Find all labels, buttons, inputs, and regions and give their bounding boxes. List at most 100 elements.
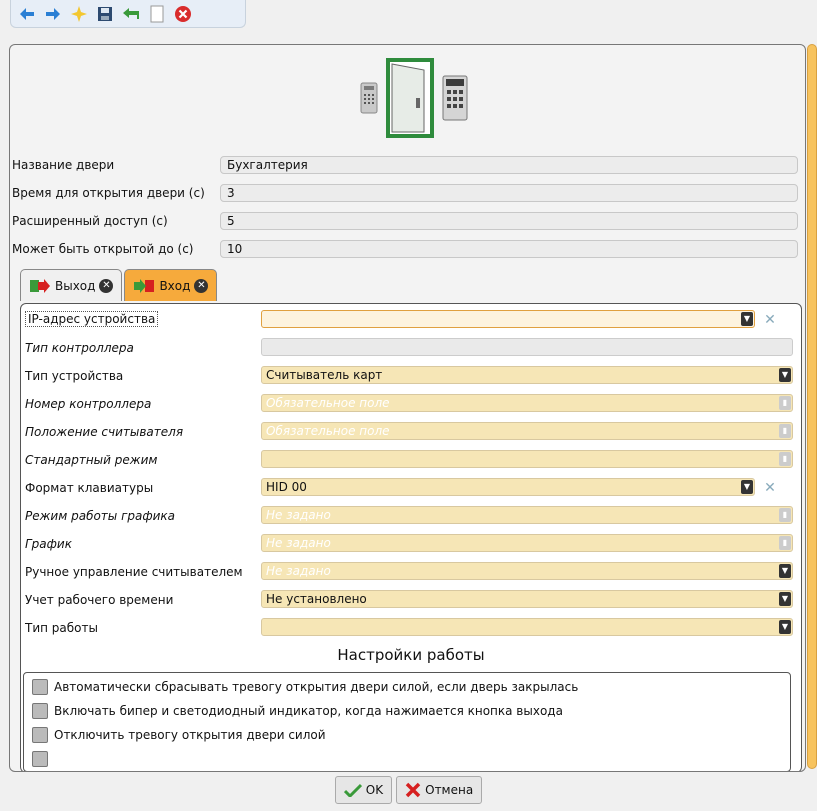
controller-number-field[interactable]: Обязательное поле ▮: [261, 394, 793, 412]
reader-position-field[interactable]: Обязательное поле ▮: [261, 422, 793, 440]
device-type-label: Тип устройства: [25, 369, 124, 383]
undo-icon[interactable]: [121, 4, 141, 24]
reader-right-icon: [442, 75, 468, 121]
ip-address-row: IP-адрес устройства ▼ ✕: [21, 310, 801, 332]
copy-icon[interactable]: [147, 4, 167, 24]
schedule-field[interactable]: Не задано ▮: [261, 534, 793, 552]
controller-type-field: [261, 338, 793, 356]
work-type-row: Тип работы ▼: [21, 618, 801, 640]
reader-position-row: Положение считывателя Обязательное поле ▮: [21, 422, 801, 444]
close-icon[interactable]: [173, 4, 193, 24]
tab-exit-close-icon[interactable]: ✕: [99, 278, 114, 293]
checkbox-box[interactable]: [32, 727, 48, 743]
beeper-led-checkbox[interactable]: Включать бипер и светодиодный индикатор,…: [32, 701, 563, 721]
vertical-scrollbar[interactable]: [807, 44, 817, 769]
cancel-button-label: Отмена: [425, 783, 474, 797]
door-properties-panel: Название двери Бухгалтерия Время для отк…: [9, 44, 806, 772]
schedule-mode-label: Режим работы графика: [25, 509, 176, 523]
schedule-row: График Не задано ▮: [21, 534, 801, 556]
checkbox-box[interactable]: [32, 679, 48, 695]
schedule-mode-row: Режим работы графика Не задано ▮: [21, 506, 801, 528]
manual-control-label: Ручное управление считывателем: [25, 565, 243, 579]
keyboard-format-row: Формат клавиатуры HID 00 ▼ ✕: [21, 478, 801, 500]
checkbox-box[interactable]: [32, 751, 48, 767]
keyboard-format-select[interactable]: HID 00 ▼: [261, 478, 755, 496]
spin-icon: ▮: [779, 452, 791, 466]
red-x-icon: [405, 782, 421, 798]
dialog-buttons: OK Отмена: [0, 776, 817, 804]
door-icon: [386, 58, 434, 138]
tab-entry-close-icon[interactable]: ✕: [194, 278, 209, 293]
back-arrow-icon[interactable]: [17, 4, 37, 24]
manual-control-row: Ручное управление считывателем Не задано…: [21, 562, 801, 584]
clear-format-icon[interactable]: ✕: [761, 480, 779, 496]
tab-entry-label: Вход: [159, 278, 191, 293]
clear-ip-icon[interactable]: ✕: [761, 312, 779, 328]
disable-forced-alarm-label: Отключить тревогу открытия двери силой: [54, 728, 326, 742]
controller-type-row: Тип контроллера: [21, 338, 801, 360]
manual-control-select[interactable]: Не задано ▼: [261, 562, 793, 580]
reader-left-icon: [360, 82, 378, 114]
ok-button[interactable]: OK: [334, 776, 393, 804]
ok-button-label: OK: [365, 783, 384, 797]
reader-position-label: Положение считывателя: [25, 425, 184, 439]
max-open-label: Может быть открытой до (с): [12, 242, 194, 256]
auto-reset-alarm-checkbox[interactable]: Автоматически сбрасывать тревогу открыти…: [32, 677, 578, 697]
cancel-button[interactable]: Отмена: [396, 776, 483, 804]
exit-arrow-icon: [30, 278, 50, 293]
schedule-label: График: [25, 537, 72, 551]
open-time-field[interactable]: 3: [220, 184, 798, 202]
ip-address-select[interactable]: ▼: [261, 310, 755, 328]
schedule-mode-field[interactable]: Не задано ▮: [261, 506, 793, 524]
chevron-down-icon[interactable]: ▼: [779, 564, 791, 578]
open-time-row: Время для открытия двери (с) 3: [10, 184, 800, 204]
checkmark-icon: [343, 783, 362, 797]
new-star-icon[interactable]: [69, 4, 89, 24]
entry-settings-panel: IP-адрес устройства ▼ ✕ Тип контроллера …: [20, 303, 802, 771]
spin-icon: ▮: [779, 536, 791, 550]
door-illustration: [360, 57, 468, 139]
time-tracking-row: Учет рабочего времени Не установлено ▼: [21, 590, 801, 612]
door-name-row: Название двери Бухгалтерия: [10, 156, 800, 176]
device-type-row: Тип устройства Считыватель карт ▼: [21, 366, 801, 388]
spin-icon: ▮: [779, 424, 791, 438]
disable-forced-alarm-checkbox[interactable]: Отключить тревогу открытия двери силой: [32, 725, 326, 745]
chevron-down-icon[interactable]: ▼: [741, 480, 753, 494]
controller-number-row: Номер контроллера Обязательное поле ▮: [21, 394, 801, 416]
checkbox-box[interactable]: [32, 703, 48, 719]
controller-type-label: Тип контроллера: [25, 341, 134, 355]
max-open-row: Может быть открытой до (с) 10: [10, 240, 800, 260]
work-settings-title: Настройки работы: [337, 646, 485, 664]
save-disk-icon[interactable]: [95, 4, 115, 24]
forward-arrow-icon[interactable]: [43, 4, 63, 24]
max-open-field[interactable]: 10: [220, 240, 798, 258]
controller-number-label: Номер контроллера: [25, 397, 152, 411]
time-tracking-select[interactable]: Не установлено ▼: [261, 590, 793, 608]
standard-mode-label: Стандартный режим: [25, 453, 158, 467]
partial-checkbox[interactable]: [32, 749, 48, 769]
toolbar: [10, 0, 246, 28]
work-settings-checklist: Автоматически сбрасывать тревогу открыти…: [23, 672, 791, 771]
standard-mode-row: Стандартный режим ▮: [21, 450, 801, 472]
work-type-label: Тип работы: [25, 621, 98, 635]
work-type-select[interactable]: ▼: [261, 618, 793, 636]
chevron-down-icon[interactable]: ▼: [779, 592, 791, 606]
tab-exit[interactable]: Выход ✕: [20, 269, 123, 301]
chevron-down-icon[interactable]: ▼: [741, 312, 753, 326]
tab-exit-label: Выход: [55, 278, 96, 293]
extended-access-field[interactable]: 5: [220, 212, 798, 230]
spin-icon: ▮: [779, 396, 791, 410]
chevron-down-icon[interactable]: ▼: [779, 620, 791, 634]
auto-reset-alarm-label: Автоматически сбрасывать тревогу открыти…: [54, 680, 579, 694]
open-time-label: Время для открытия двери (с): [12, 186, 205, 200]
standard-mode-field[interactable]: ▮: [261, 450, 793, 468]
beeper-led-label: Включать бипер и светодиодный индикатор,…: [54, 704, 563, 718]
ip-address-label: IP-адрес устройства: [25, 311, 159, 327]
chevron-down-icon[interactable]: ▼: [779, 368, 791, 382]
spin-icon: ▮: [779, 508, 791, 522]
door-name-field[interactable]: Бухгалтерия: [220, 156, 798, 174]
extended-access-row: Расширенный доступ (с) 5: [10, 212, 800, 232]
time-tracking-label: Учет рабочего времени: [25, 593, 174, 607]
tab-entry[interactable]: Вход ✕: [124, 269, 218, 301]
device-type-select[interactable]: Считыватель карт ▼: [261, 366, 793, 384]
